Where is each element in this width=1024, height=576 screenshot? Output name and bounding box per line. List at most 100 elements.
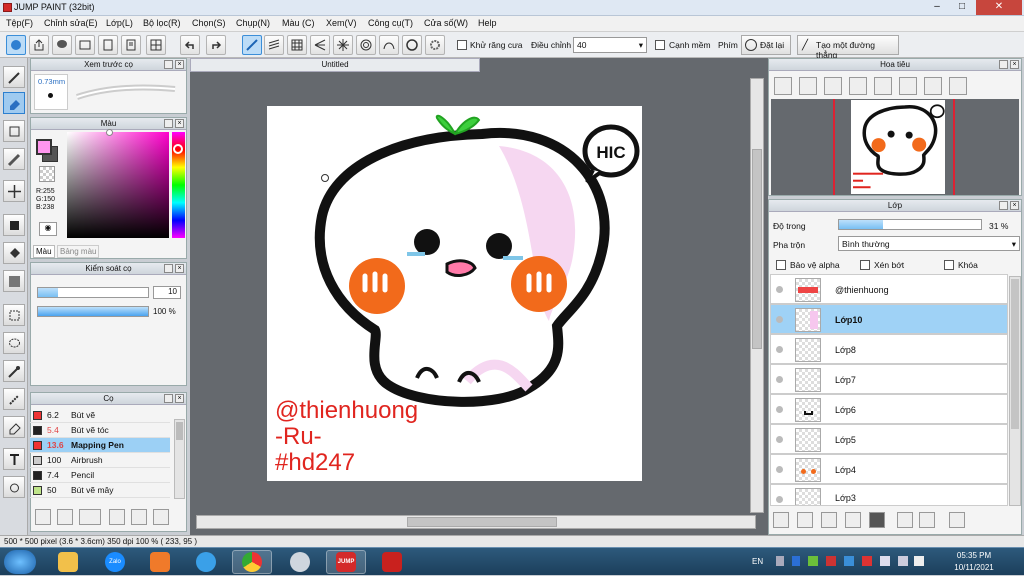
dock-icon[interactable] xyxy=(999,60,1008,69)
layer-row[interactable]: Lớp3 xyxy=(770,484,1008,506)
primary-color-swatch[interactable] xyxy=(36,139,52,155)
volume-icon[interactable] xyxy=(914,556,924,566)
visibility-icon[interactable] xyxy=(776,466,783,473)
layer-row[interactable]: Lớp6 xyxy=(770,394,1008,424)
layer-row[interactable]: Lớp8 xyxy=(770,334,1008,364)
start-button[interactable] xyxy=(4,550,36,574)
tab-palette[interactable]: Bảng màu xyxy=(57,245,100,258)
canvas-horizontal-scrollbar[interactable] xyxy=(196,515,756,529)
brush-item[interactable]: 7.4 Pencil xyxy=(30,468,170,483)
menu-filter[interactable]: Bộ lọc(R) xyxy=(143,18,181,28)
export-icon[interactable] xyxy=(29,35,49,55)
new-layer-icon[interactable] xyxy=(773,512,789,528)
density-slider[interactable] xyxy=(37,306,149,317)
radial-icon[interactable] xyxy=(333,35,353,55)
brush-settings-icon[interactable] xyxy=(35,509,51,525)
brush-item[interactable]: 50 Bút vẽ mây xyxy=(30,483,170,498)
menu-window[interactable]: Cửa số(W) xyxy=(424,18,468,28)
zoom-in-icon[interactable] xyxy=(774,77,792,95)
nvidia-icon[interactable] xyxy=(808,556,818,566)
layers-scrollbar[interactable] xyxy=(1009,276,1021,506)
reset-view-icon[interactable] xyxy=(949,77,967,95)
eraser-tool-icon[interactable] xyxy=(3,92,25,114)
strength-dropdown[interactable]: 40 ▾ xyxy=(573,37,647,53)
brush-item[interactable]: 6.2 Bút vẽ xyxy=(30,408,170,423)
canvas-paper[interactable]: HIC @thienhuong -Ru- #hd247 xyxy=(267,106,642,481)
palette-picker-icon[interactable]: ◉ xyxy=(39,222,57,236)
dock-icon[interactable] xyxy=(164,394,173,403)
clip-checkbox[interactable] xyxy=(860,260,870,270)
brush-folder-icon[interactable] xyxy=(131,509,147,525)
taskbar-explorer[interactable] xyxy=(48,550,88,574)
vertical-scroll-thumb[interactable] xyxy=(752,149,762,349)
tray-app-icon[interactable] xyxy=(844,556,854,566)
taskbar-pdf[interactable] xyxy=(372,550,412,574)
fit-screen-icon[interactable] xyxy=(899,77,917,95)
visibility-icon[interactable] xyxy=(776,406,783,413)
tray-app2-icon[interactable] xyxy=(862,556,872,566)
page-icon[interactable] xyxy=(121,35,141,55)
hand-tool-icon[interactable] xyxy=(3,476,25,498)
close-button[interactable]: ✕ xyxy=(976,0,1022,15)
comment-icon[interactable] xyxy=(52,35,72,55)
saturation-value-picker[interactable] xyxy=(67,132,169,238)
settings-icon[interactable] xyxy=(425,35,445,55)
color-picker-handle[interactable] xyxy=(106,129,113,136)
taskbar-ie[interactable] xyxy=(186,550,226,574)
note-icon[interactable] xyxy=(75,35,95,55)
opacity-slider[interactable] xyxy=(838,219,982,230)
minimize-button[interactable]: – xyxy=(925,0,949,15)
layer-folder-icon[interactable] xyxy=(869,512,885,528)
select-pen-tool-icon[interactable] xyxy=(3,388,25,410)
menu-color[interactable]: Màu (C) xyxy=(282,18,315,28)
layer-row[interactable]: Lớp4 xyxy=(770,454,1008,484)
brush-item-selected[interactable]: 13.6 Mapping Pen xyxy=(30,438,170,453)
delete-layer-icon[interactable] xyxy=(949,512,965,528)
rotate-icon[interactable] xyxy=(924,77,942,95)
close-panel-icon[interactable]: × xyxy=(1010,201,1019,210)
bucket-tool-icon[interactable] xyxy=(3,242,25,264)
curve-icon[interactable] xyxy=(379,35,399,55)
close-panel-icon[interactable]: × xyxy=(175,60,184,69)
clock-time[interactable]: 05:35 PM xyxy=(939,551,1009,560)
merge-layer-icon[interactable] xyxy=(919,512,935,528)
grid-icon[interactable] xyxy=(146,35,166,55)
language-indicator[interactable]: EN xyxy=(752,557,763,566)
maximize-button[interactable]: □ xyxy=(950,0,974,15)
layer-row-selected[interactable]: Lớp10 xyxy=(770,304,1008,334)
size-slider[interactable] xyxy=(37,287,149,298)
fill-rect-tool-icon[interactable] xyxy=(3,214,25,236)
taskbar-jumppaint[interactable]: JUMP xyxy=(326,550,366,574)
redo-icon[interactable] xyxy=(206,35,226,55)
circle-ruler-icon[interactable] xyxy=(402,35,422,55)
bluetooth-icon[interactable] xyxy=(792,556,800,566)
visibility-icon[interactable] xyxy=(776,496,783,503)
gradient-tool-icon[interactable] xyxy=(3,270,25,292)
menu-file[interactable]: Tệp(F) xyxy=(6,18,33,28)
menu-capture[interactable]: Chụp(N) xyxy=(236,18,270,28)
move-tool-icon[interactable] xyxy=(3,180,25,202)
transparent-swatch[interactable] xyxy=(39,166,55,182)
size-input[interactable]: 10 xyxy=(153,286,181,299)
menu-tools[interactable]: Công cụ(T) xyxy=(368,18,413,28)
duplicate-layer-icon[interactable] xyxy=(897,512,913,528)
close-panel-icon[interactable]: × xyxy=(175,264,184,273)
menu-help[interactable]: Help xyxy=(478,18,497,28)
menu-edit[interactable]: Chỉnh sửa(E) xyxy=(44,18,98,28)
visibility-icon[interactable] xyxy=(776,376,783,383)
grid-ruler-icon[interactable] xyxy=(287,35,307,55)
lasso-tool-icon[interactable] xyxy=(3,332,25,354)
visibility-icon[interactable] xyxy=(776,346,783,353)
ruler-off-icon[interactable] xyxy=(242,35,262,55)
hue-handle[interactable] xyxy=(173,144,183,154)
blur-tool-icon[interactable] xyxy=(3,148,25,170)
zoom-plus-icon[interactable] xyxy=(799,77,817,95)
network-icon[interactable] xyxy=(898,556,908,566)
new-layer-copy-icon[interactable] xyxy=(797,512,813,528)
soft-edge-checkbox[interactable] xyxy=(655,40,665,50)
new-brush-icon[interactable] xyxy=(57,509,73,525)
text-tool-icon[interactable] xyxy=(3,448,25,470)
horizontal-scroll-thumb[interactable] xyxy=(407,517,557,527)
reset-button[interactable]: Đặt lại xyxy=(741,35,791,55)
tone-layer-icon[interactable] xyxy=(845,512,861,528)
